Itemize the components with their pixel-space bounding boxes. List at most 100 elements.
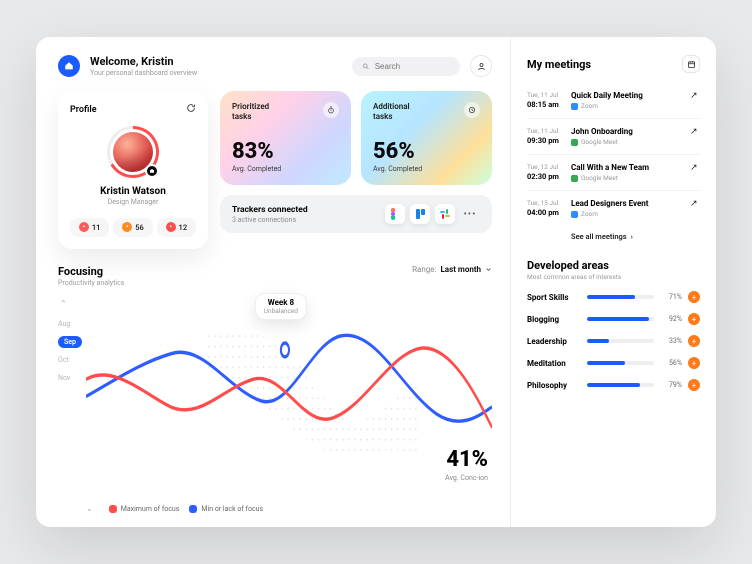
card-sub: Avg. Completed <box>373 165 480 173</box>
tooltip-title: Week 8 <box>264 298 298 307</box>
meeting-body: Lead Designers EventZoom <box>571 199 690 218</box>
card-percent: 56% <box>373 121 480 164</box>
trackers-title: Trackers connected <box>232 205 308 215</box>
trophy-icon: ▪ <box>166 222 176 232</box>
meetings-header: My meetings <box>527 55 700 73</box>
area-add-button[interactable]: + <box>688 291 700 303</box>
range-picker[interactable]: Range: Last month <box>412 265 492 274</box>
search-input-wrap[interactable] <box>352 57 460 76</box>
legend-swatch <box>189 505 197 513</box>
home-icon <box>64 61 74 71</box>
area-row: Blogging 92% + <box>527 313 700 325</box>
additional-tasks-card[interactable]: Additional tasks 56% Avg. Completed <box>361 91 492 185</box>
search-input[interactable] <box>375 62 450 71</box>
y-label[interactable]: Aug <box>58 318 86 330</box>
prioritized-tasks-card[interactable]: Prioritized tasks 83% Avg. Completed <box>220 91 351 185</box>
user-icon <box>477 62 486 71</box>
platform-icon <box>571 139 578 146</box>
open-arrow-icon[interactable]: ↗ <box>690 91 700 110</box>
area-add-button[interactable]: + <box>688 335 700 347</box>
tasks-column: Prioritized tasks 83% Avg. Completed Add… <box>220 91 492 249</box>
side-panel: My meetings Tue, 11 Jul08:15 am Quick Da… <box>510 37 716 527</box>
slack-icon[interactable] <box>435 204 455 224</box>
meeting-time: Tue, 11 Jul08:15 am <box>527 91 571 110</box>
chart-plot: Week 8 Unbalanced 41% Avg. Conc-ion <box>86 293 492 500</box>
platform-icon <box>571 211 578 218</box>
card-sub: Avg. Completed <box>232 165 339 173</box>
profile-stat: ▪12 <box>157 218 196 237</box>
trackers-bar: Trackers connected 3 active connections <box>220 195 492 233</box>
areas-title: Developed areas <box>527 259 700 272</box>
trackers-sub: 3 active connections <box>232 216 308 224</box>
meeting-time: Tue, 11 Jul09:30 pm <box>527 127 571 146</box>
chart-summary-sub: Avg. Conc-ion <box>445 474 488 482</box>
y-label[interactable]: Oct <box>58 354 86 366</box>
areas-list: Sport Skills 71% + Blogging 92% + Leadersh… <box>527 291 700 391</box>
area-row: Leadership 33% + <box>527 335 700 347</box>
area-row: Meditation 56% + <box>527 357 700 369</box>
meeting-row[interactable]: Tue, 12 Jul02:30 pm Call With a New Team… <box>527 155 700 191</box>
meeting-row[interactable]: Tue, 11 Jul09:30 pm John OnboardingGoogl… <box>527 119 700 155</box>
open-arrow-icon[interactable]: ↗ <box>690 163 700 182</box>
area-add-button[interactable]: + <box>688 379 700 391</box>
meeting-time: Tue, 15 Jul04:00 pm <box>527 199 571 218</box>
chart-tooltip: Week 8 Unbalanced <box>255 293 307 320</box>
card-title: Prioritized tasks <box>232 102 269 121</box>
meeting-body: Quick Daily MeetingZoom <box>571 91 690 110</box>
area-pct: 92% <box>660 315 682 323</box>
trackers-more-button[interactable]: ••• <box>460 209 480 220</box>
profile-refresh-button[interactable] <box>186 103 196 116</box>
profile-stat: ▪56 <box>113 218 152 237</box>
open-arrow-icon[interactable]: ↗ <box>690 127 700 146</box>
profile-card: Profile Kristin Watson Design Manager ▪1… <box>58 91 208 249</box>
area-add-button[interactable]: + <box>688 357 700 369</box>
calendar-icon <box>687 60 696 69</box>
figma-icon[interactable] <box>385 204 405 224</box>
area-bar <box>587 317 654 321</box>
trello-icon[interactable] <box>410 204 430 224</box>
y-label-active[interactable]: Sep <box>58 336 82 348</box>
area-bar <box>587 339 654 343</box>
cards-row: Profile Kristin Watson Design Manager ▪1… <box>58 91 492 249</box>
account-button[interactable] <box>470 55 492 77</box>
open-arrow-icon[interactable]: ↗ <box>690 199 700 218</box>
chevron-down-icon <box>485 266 492 273</box>
areas-header: Developed areas Most common areas of int… <box>527 259 700 281</box>
main-panel: Welcome, Kristin Your personal dashboard… <box>36 37 510 527</box>
legend-item: Min or lack of focus <box>189 505 263 513</box>
app-logo[interactable] <box>58 55 80 77</box>
area-row: Sport Skills 71% + <box>527 291 700 303</box>
clock-icon <box>464 102 480 118</box>
legend-item: Maximum of focus <box>109 505 180 513</box>
profile-stats: ▪11 ▪56 ▪12 <box>70 218 196 237</box>
focus-sub: Productivity analytics <box>58 279 124 287</box>
badge-icon: ▪ <box>122 222 132 232</box>
chart-svg <box>86 293 492 500</box>
see-all-meetings-link[interactable]: See all meetings› <box>571 232 700 241</box>
range-label: Range: <box>412 265 436 274</box>
area-pct: 79% <box>660 381 682 389</box>
collapse-down-icon[interactable]: ⌄ <box>86 504 93 513</box>
area-bar <box>587 383 654 387</box>
area-label: Meditation <box>527 359 581 368</box>
refresh-icon <box>186 103 196 113</box>
users-icon: ▪ <box>79 222 89 232</box>
areas-sub: Most common areas of interests <box>527 273 700 281</box>
avatar-camera-badge[interactable] <box>145 164 159 178</box>
collapse-up-icon[interactable]: ⌃ <box>58 299 86 308</box>
meeting-row[interactable]: Tue, 11 Jul08:15 am Quick Daily MeetingZ… <box>527 83 700 119</box>
calendar-button[interactable] <box>682 55 700 73</box>
area-pct: 33% <box>660 337 682 345</box>
meeting-time: Tue, 12 Jul02:30 pm <box>527 163 571 182</box>
header: Welcome, Kristin Your personal dashboard… <box>58 55 492 77</box>
platform-icon <box>571 103 578 110</box>
range-value: Last month <box>440 265 481 274</box>
meeting-row[interactable]: Tue, 15 Jul04:00 pm Lead Designers Event… <box>527 191 700 226</box>
chart-area: ⌃ Aug Sep Oct Nov Week 8 Unb <box>58 293 492 500</box>
chart-legend: ⌄ Maximum of focus Min or lack of focus <box>58 504 492 513</box>
y-label[interactable]: Nov <box>58 372 86 384</box>
area-label: Sport Skills <box>527 293 581 302</box>
dashboard-frame: Welcome, Kristin Your personal dashboard… <box>36 37 716 527</box>
area-add-button[interactable]: + <box>688 313 700 325</box>
focus-title: Focusing <box>58 265 124 278</box>
